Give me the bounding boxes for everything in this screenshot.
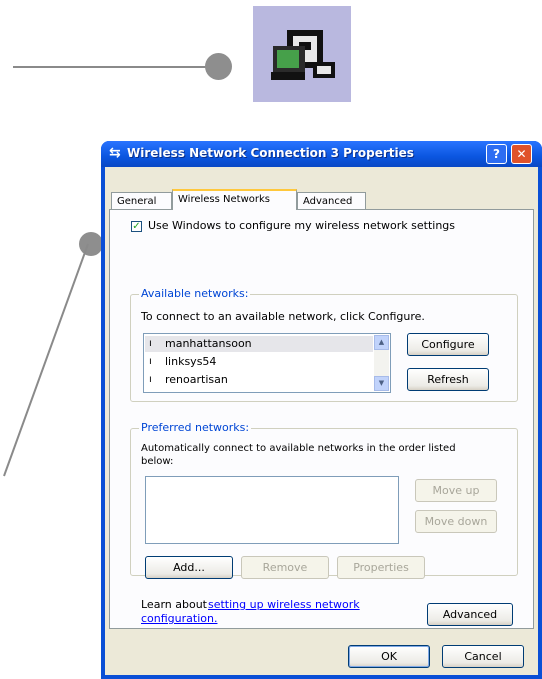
antenna-icon: ı: [149, 374, 152, 385]
list-item[interactable]: ı renoartisan: [145, 372, 373, 388]
scroll-down-arrow-icon[interactable]: ▼: [374, 376, 389, 391]
available-instruction: To connect to an available network, clic…: [141, 310, 425, 323]
callout-line-left: [3, 243, 89, 477]
advanced-button[interactable]: Advanced: [427, 603, 513, 626]
available-networks-list[interactable]: ı manhattansoon ı linksys54 ı renoartisa…: [143, 333, 391, 393]
list-item[interactable]: ı manhattansoon: [145, 336, 373, 352]
list-item[interactable]: ı linksys54: [145, 354, 373, 370]
dialog-client: General Wireless Networks Advanced ✓ Use…: [105, 167, 538, 675]
properties-dialog: ⇆ Wireless Network Connection 3 Properti…: [101, 141, 542, 679]
list-scrollbar[interactable]: ▲ ▼: [374, 335, 389, 391]
preferred-networks-list[interactable]: [145, 476, 399, 544]
learn-link[interactable]: setting up wireless network: [208, 598, 360, 611]
title-bar[interactable]: ⇆ Wireless Network Connection 3 Properti…: [101, 141, 542, 167]
configure-button[interactable]: Configure: [407, 333, 489, 356]
preferred-instruction-line1: Automatically connect to available netwo…: [141, 443, 456, 454]
antenna-icon: ı: [149, 356, 152, 367]
network-name: linksys54: [165, 355, 217, 368]
close-button[interactable]: ✕: [511, 144, 532, 164]
cancel-button[interactable]: Cancel: [442, 645, 524, 668]
tab-advanced[interactable]: Advanced: [297, 192, 366, 209]
available-networks-title: Available networks:: [139, 287, 251, 300]
network-connection-icon: ⇆: [109, 145, 121, 161]
preferred-instruction-line2: below:: [141, 456, 174, 467]
tab-wireless-networks[interactable]: Wireless Networks: [172, 189, 297, 210]
move-down-button[interactable]: Move down: [415, 510, 497, 533]
use-windows-checkbox[interactable]: ✓: [131, 221, 142, 232]
dialog-title: Wireless Network Connection 3 Properties: [127, 146, 414, 160]
add-button[interactable]: Add...: [145, 556, 233, 579]
learn-text: Learn about: [141, 598, 207, 611]
callout-dot-top: [205, 53, 232, 80]
move-up-button[interactable]: Move up: [415, 479, 497, 502]
callout-line-top: [13, 66, 221, 68]
network-name: renoartisan: [165, 373, 228, 386]
network-name: manhattansoon: [165, 337, 252, 350]
help-button[interactable]: ?: [486, 144, 507, 164]
learn-link-continued[interactable]: configuration.: [141, 612, 217, 625]
network-connections-icon: [253, 6, 351, 102]
antenna-icon: ı: [149, 338, 152, 349]
use-windows-label: Use Windows to configure my wireless net…: [148, 219, 456, 232]
ok-button[interactable]: OK: [348, 645, 430, 668]
remove-button[interactable]: Remove: [241, 556, 329, 579]
tab-general[interactable]: General: [111, 192, 172, 209]
refresh-button[interactable]: Refresh: [407, 368, 489, 391]
preferred-networks-title: Preferred networks:: [139, 421, 252, 434]
properties-button[interactable]: Properties: [337, 556, 425, 579]
scroll-up-arrow-icon[interactable]: ▲: [374, 335, 389, 350]
